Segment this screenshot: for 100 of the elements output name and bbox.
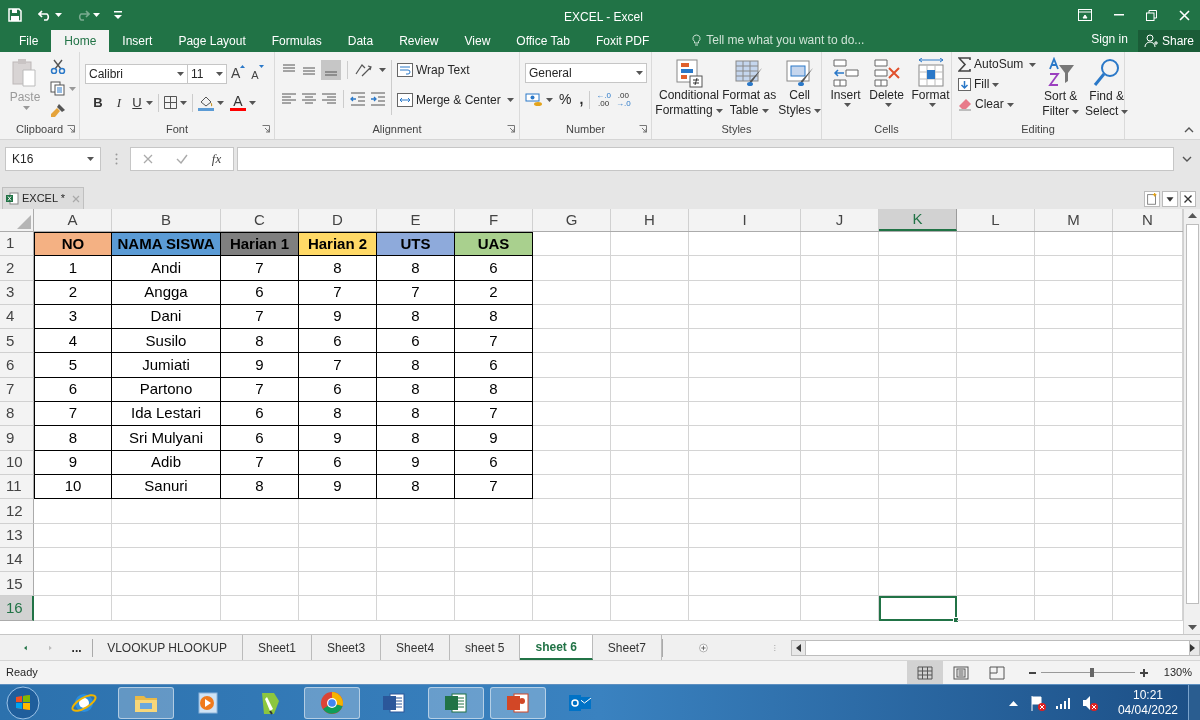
expand-icon[interactable]	[1182, 156, 1192, 162]
name-box[interactable]: K16	[5, 147, 101, 171]
autosum-button[interactable]: AutoSum	[958, 57, 1024, 72]
increase-decimal-button[interactable]: ←.0 .00	[596, 91, 611, 108]
caret-icon[interactable]	[180, 100, 187, 105]
column-header[interactable]: B	[112, 209, 221, 231]
row-header[interactable]: 3	[0, 280, 34, 305]
start-button[interactable]	[6, 685, 40, 720]
horizontal-scrollbar[interactable]	[791, 639, 1200, 656]
flag-icon[interactable]	[1029, 694, 1046, 711]
caret-icon[interactable]	[715, 108, 723, 113]
caret-icon[interactable]	[928, 103, 936, 107]
row-header[interactable]: 9	[0, 426, 34, 451]
scroll-down-icon[interactable]	[1187, 625, 1197, 631]
caret-icon[interactable]	[1006, 102, 1014, 107]
fill-button[interactable]: Fill	[958, 77, 990, 92]
bold-button[interactable]: B	[91, 93, 105, 113]
scroll-up-icon[interactable]	[1187, 212, 1197, 218]
italic-button[interactable]: I	[113, 93, 125, 113]
font-name-field[interactable]: Calibri	[85, 63, 188, 84]
speaker-muted-icon[interactable]	[1081, 694, 1098, 711]
restore-icon[interactable]	[1146, 9, 1157, 21]
caret-icon[interactable]	[814, 108, 821, 113]
menu-tab[interactable]: Data	[334, 30, 387, 52]
dropdown-icon[interactable]	[1162, 191, 1178, 207]
caret-icon[interactable]	[216, 71, 223, 76]
fill-bucket-icon[interactable]	[198, 94, 214, 111]
insert-function-button[interactable]: fx	[211, 149, 222, 169]
shrink-font-button[interactable]: A	[251, 66, 259, 84]
indent-icon[interactable]	[370, 92, 386, 106]
ribbon-display-icon[interactable]	[1078, 9, 1092, 21]
caret-icon[interactable]	[884, 103, 892, 107]
zoom-slider[interactable]	[1040, 668, 1135, 677]
tray-expand-icon[interactable]	[1008, 699, 1018, 706]
column-header[interactable]: L	[957, 209, 1035, 231]
sign-in-link[interactable]: Sign in	[1091, 30, 1128, 48]
row-header[interactable]: 1	[0, 232, 34, 257]
column-header[interactable]: F	[455, 209, 533, 231]
taskbar-button[interactable]	[428, 686, 484, 719]
row-header[interactable]: 14	[0, 547, 34, 573]
undo-icon[interactable]	[38, 9, 52, 21]
caret-icon[interactable]	[546, 97, 553, 102]
paintbrush-icon[interactable]	[50, 103, 66, 118]
row-header[interactable]: 6	[0, 353, 34, 378]
column-header[interactable]: K	[879, 209, 957, 231]
launcher-icon[interactable]	[507, 125, 515, 133]
delete-button[interactable]: Delete	[867, 58, 907, 119]
collapse-ribbon-icon[interactable]	[1184, 127, 1194, 133]
caret-icon[interactable]	[1072, 109, 1080, 114]
caret-icon[interactable]	[249, 100, 256, 105]
menu-tab[interactable]: Office Tab	[503, 30, 583, 52]
caret-icon[interactable]	[761, 108, 769, 113]
more-sheets-button[interactable]: ...	[71, 638, 82, 657]
launcher-icon[interactable]	[639, 125, 647, 133]
share-button[interactable]: Share	[1137, 30, 1200, 52]
menu-tab[interactable]: Insert	[109, 30, 166, 52]
caret-icon[interactable]	[1121, 109, 1129, 114]
caret-icon[interactable]	[992, 82, 1000, 87]
caret-icon[interactable]	[87, 157, 94, 161]
caret-icon[interactable]	[146, 100, 153, 105]
sheet-tab[interactable]: sheet 6	[520, 635, 593, 660]
new-document-icon[interactable]	[1144, 191, 1160, 207]
slider-thumb[interactable]	[1090, 668, 1095, 677]
formula-field[interactable]	[237, 147, 1174, 171]
font-color-button[interactable]: A	[230, 94, 246, 111]
zoom-in-icon[interactable]	[1139, 668, 1148, 677]
clock-time[interactable]: 10:21	[1132, 687, 1163, 703]
caret-icon[interactable]	[506, 98, 514, 102]
underline-button[interactable]: U	[131, 93, 143, 113]
caret-icon[interactable]	[177, 71, 184, 76]
menu-tab[interactable]: Home	[51, 30, 110, 52]
scrollbar-thumb[interactable]	[1185, 224, 1199, 604]
caret-icon[interactable]	[636, 71, 643, 75]
checkmark-icon[interactable]	[176, 154, 189, 164]
row-header[interactable]: 16	[0, 596, 34, 621]
borders-icon[interactable]	[164, 96, 177, 110]
menu-tab[interactable]: Foxit PDF	[582, 30, 663, 52]
currency-icon[interactable]	[525, 91, 543, 108]
comma-button[interactable]: ,	[579, 89, 584, 110]
close-icon[interactable]	[1180, 191, 1196, 207]
taskbar-button[interactable]	[490, 686, 546, 719]
orientation-icon[interactable]	[354, 62, 372, 78]
fill-handle[interactable]	[953, 616, 959, 623]
number-format-field[interactable]: General	[525, 63, 647, 83]
decrease-decimal-button[interactable]: .00 →.0	[616, 91, 631, 108]
column-header[interactable]: D	[299, 209, 377, 231]
merge-center-button[interactable]: Merge & Center	[397, 91, 501, 109]
row-header[interactable]: 8	[0, 402, 34, 427]
row-header[interactable]: 11	[0, 474, 34, 500]
column-header[interactable]: M	[1035, 209, 1113, 231]
conditional-formatting-button[interactable]: Conditional Formatting	[658, 58, 720, 119]
save-icon[interactable]	[8, 8, 22, 22]
search-field[interactable]: Tell me what you want to do...	[706, 31, 907, 49]
selected-cell[interactable]	[879, 596, 957, 621]
scroll-left-icon[interactable]	[24, 643, 27, 652]
row-header[interactable]: 15	[0, 572, 34, 597]
taskbar-button[interactable]	[118, 686, 174, 719]
launcher-icon[interactable]	[262, 125, 270, 133]
menu-tab[interactable]: Page Layout	[165, 30, 259, 52]
scroll-left-icon[interactable]	[796, 643, 801, 652]
